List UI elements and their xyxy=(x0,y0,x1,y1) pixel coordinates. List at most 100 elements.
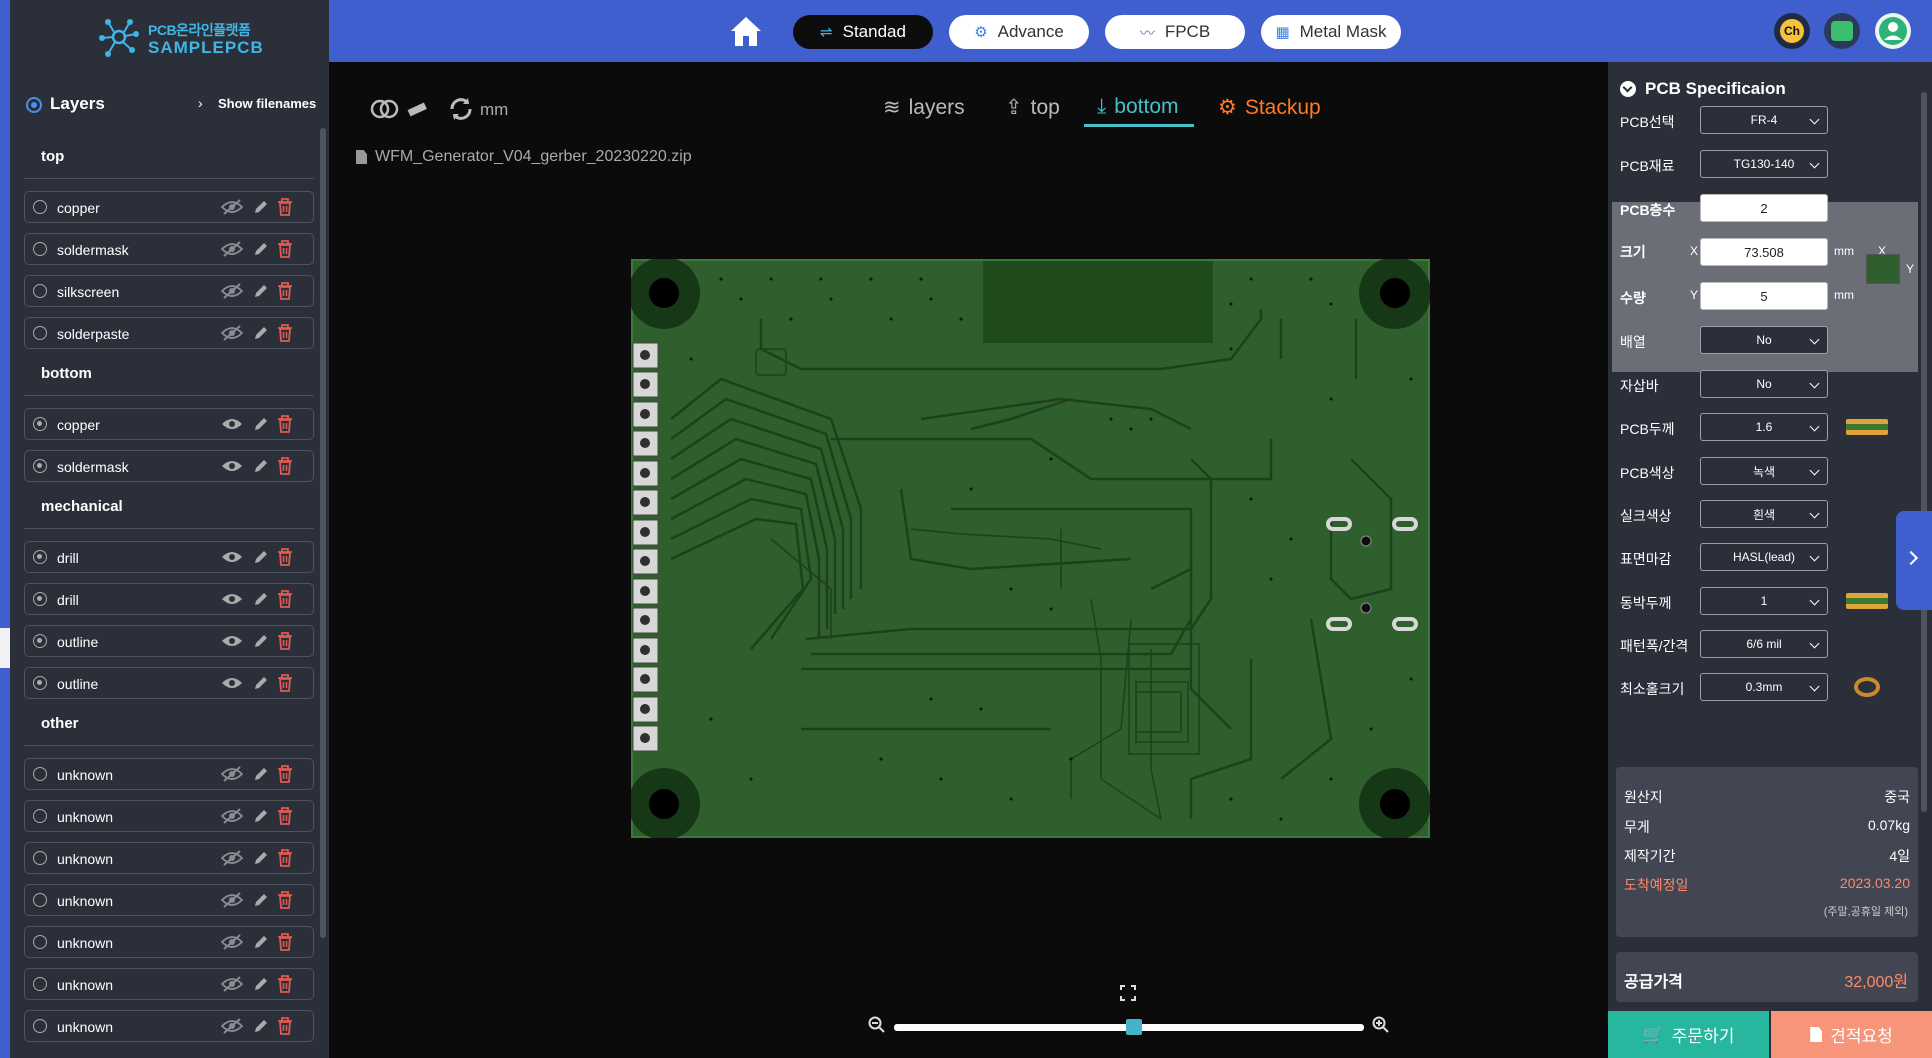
layer-row[interactable]: soldermask xyxy=(24,233,314,265)
edit-icon[interactable] xyxy=(253,934,269,950)
message-button[interactable] xyxy=(1824,13,1860,49)
spec-select[interactable]: 0.3mm xyxy=(1700,673,1828,701)
layer-radio[interactable] xyxy=(33,242,47,256)
trash-icon[interactable] xyxy=(277,548,293,566)
spec-input[interactable]: 2 xyxy=(1700,194,1828,222)
ruler-icon[interactable] xyxy=(406,100,428,118)
edit-icon[interactable] xyxy=(253,633,269,649)
edit-icon[interactable] xyxy=(253,808,269,824)
layer-row[interactable]: unknown xyxy=(24,800,314,832)
layer-row[interactable]: outline xyxy=(24,667,314,699)
edit-icon[interactable] xyxy=(253,591,269,607)
edit-icon[interactable] xyxy=(253,416,269,432)
spec-select[interactable]: 1.6 xyxy=(1700,413,1828,441)
fullscreen-icon[interactable] xyxy=(1120,985,1136,1001)
layer-row[interactable]: unknown xyxy=(24,842,314,874)
edit-icon[interactable] xyxy=(253,458,269,474)
edit-icon[interactable] xyxy=(253,766,269,782)
mode-advance-button[interactable]: ⚙ Advance xyxy=(949,15,1089,49)
eye-off-icon[interactable] xyxy=(220,199,244,215)
quote-button[interactable]: 견적요청 xyxy=(1771,1011,1932,1058)
layer-row[interactable]: unknown xyxy=(24,758,314,790)
tab-layers[interactable]: ≋ layers xyxy=(883,95,965,120)
edit-icon[interactable] xyxy=(253,549,269,565)
zoom-out-icon[interactable] xyxy=(868,1016,886,1034)
spec-select[interactable]: 녹색 xyxy=(1700,457,1828,485)
eye-off-icon[interactable] xyxy=(220,766,244,782)
layer-row[interactable]: solderpaste xyxy=(24,317,314,349)
trash-icon[interactable] xyxy=(277,849,293,867)
trash-icon[interactable] xyxy=(277,807,293,825)
refresh-icon[interactable] xyxy=(448,96,474,122)
edit-icon[interactable] xyxy=(253,850,269,866)
mode-standard-button[interactable]: ⇌ Standad xyxy=(793,15,933,49)
layer-radio[interactable] xyxy=(33,592,47,606)
layer-radio[interactable] xyxy=(33,326,47,340)
layer-radio[interactable] xyxy=(33,1019,47,1033)
eye-off-icon[interactable] xyxy=(220,808,244,824)
eye-icon[interactable] xyxy=(221,591,243,607)
layer-row[interactable]: unknown xyxy=(24,1010,314,1042)
layer-row[interactable]: outline xyxy=(24,625,314,657)
trash-icon[interactable] xyxy=(277,1017,293,1035)
zoom-in-icon[interactable] xyxy=(1372,1016,1390,1034)
trash-icon[interactable] xyxy=(277,632,293,650)
spec-header[interactable]: PCB Specificaion xyxy=(1620,79,1786,99)
trash-icon[interactable] xyxy=(277,324,293,342)
layer-radio[interactable] xyxy=(33,893,47,907)
eye-icon[interactable] xyxy=(221,416,243,432)
eye-off-icon[interactable] xyxy=(220,241,244,257)
tab-stackup[interactable]: ⚙ Stackup xyxy=(1218,95,1321,120)
trash-icon[interactable] xyxy=(277,282,293,300)
trash-icon[interactable] xyxy=(277,933,293,951)
spec-select[interactable]: 흰색 xyxy=(1700,500,1828,528)
eye-off-icon[interactable] xyxy=(220,1018,244,1034)
layer-radio[interactable] xyxy=(33,634,47,648)
layer-radio[interactable] xyxy=(33,676,47,690)
trash-icon[interactable] xyxy=(277,590,293,608)
spec-select[interactable]: No xyxy=(1700,370,1828,398)
trash-icon[interactable] xyxy=(277,198,293,216)
spec-scrollbar[interactable] xyxy=(1921,92,1927,812)
layer-row[interactable]: silkscreen xyxy=(24,275,314,307)
layer-radio[interactable] xyxy=(33,935,47,949)
zoom-slider-handle[interactable] xyxy=(1125,1019,1142,1035)
order-button[interactable]: 🛒 주문하기 xyxy=(1608,1011,1769,1058)
home-button[interactable] xyxy=(728,14,764,48)
spec-select[interactable]: FR-4 xyxy=(1700,106,1828,134)
layers-radio[interactable] xyxy=(26,97,42,113)
trash-icon[interactable] xyxy=(277,975,293,993)
layer-row[interactable]: copper xyxy=(24,408,314,440)
layer-radio[interactable] xyxy=(33,809,47,823)
eye-off-icon[interactable] xyxy=(220,976,244,992)
eye-off-icon[interactable] xyxy=(220,325,244,341)
edit-icon[interactable] xyxy=(253,199,269,215)
trash-icon[interactable] xyxy=(277,457,293,475)
sidebar-scrollbar[interactable] xyxy=(320,128,326,938)
layer-radio[interactable] xyxy=(33,459,47,473)
layer-row[interactable]: unknown xyxy=(24,884,314,916)
pcb-board-view[interactable] xyxy=(631,259,1430,838)
layer-radio[interactable] xyxy=(33,851,47,865)
tab-bottom[interactable]: ⤓ bottom xyxy=(1097,95,1179,119)
eye-off-icon[interactable] xyxy=(220,892,244,908)
spec-select[interactable]: No xyxy=(1700,326,1828,354)
layer-row[interactable]: drill xyxy=(24,583,314,615)
unit-label[interactable]: mm xyxy=(480,100,508,120)
layer-radio[interactable] xyxy=(33,977,47,991)
layer-radio[interactable] xyxy=(33,767,47,781)
trash-icon[interactable] xyxy=(277,240,293,258)
panel-toggle-button[interactable] xyxy=(1896,511,1932,610)
size-x-input[interactable]: 73.508 xyxy=(1700,238,1828,266)
layer-radio[interactable] xyxy=(33,417,47,431)
trash-icon[interactable] xyxy=(277,415,293,433)
spec-select[interactable]: TG130-140 xyxy=(1700,150,1828,178)
eye-off-icon[interactable] xyxy=(220,934,244,950)
trash-icon[interactable] xyxy=(277,765,293,783)
edit-icon[interactable] xyxy=(253,283,269,299)
edit-icon[interactable] xyxy=(253,1018,269,1034)
eye-off-icon[interactable] xyxy=(220,850,244,866)
edit-icon[interactable] xyxy=(253,675,269,691)
spec-input[interactable]: 5 xyxy=(1700,282,1828,310)
spec-select[interactable]: HASL(lead) xyxy=(1700,543,1828,571)
